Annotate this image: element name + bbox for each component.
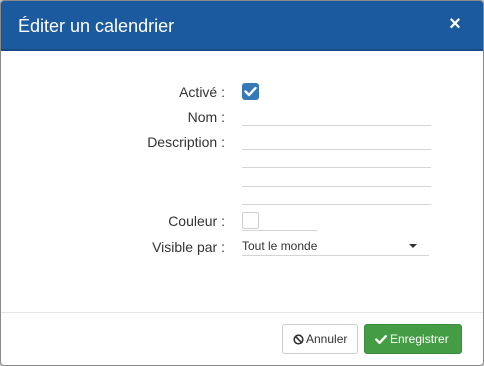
- visible-by-label: Visible par :: [152, 239, 225, 255]
- active-checkbox[interactable]: [242, 83, 259, 100]
- ban-icon: [293, 334, 304, 345]
- name-label: Nom :: [187, 109, 225, 125]
- description-label: Description :: [147, 134, 225, 150]
- color-picker[interactable]: [242, 212, 259, 229]
- cancel-button[interactable]: Annuler: [282, 324, 358, 354]
- close-icon[interactable]: ×: [447, 13, 463, 35]
- description-line: [242, 186, 431, 187]
- visible-by-value: Tout le monde: [242, 239, 318, 253]
- dialog-header: Éditer un calendrier ×: [1, 1, 483, 49]
- description-line: [242, 149, 431, 150]
- name-field[interactable]: [242, 107, 431, 126]
- color-label: Couleur :: [168, 213, 225, 229]
- save-label: Enregistrer: [390, 332, 449, 346]
- cancel-label: Annuler: [306, 332, 348, 346]
- description-line: [242, 167, 431, 168]
- active-label: Activé :: [179, 84, 225, 100]
- checkmark-icon: [244, 86, 257, 97]
- dialog-title: Éditer un calendrier: [18, 16, 175, 36]
- visible-by-select[interactable]: Tout le monde: [242, 237, 429, 256]
- color-field-line: [242, 230, 317, 231]
- save-button[interactable]: Enregistrer: [364, 324, 462, 354]
- header-divider: [1, 49, 483, 51]
- footer-divider: [1, 312, 483, 313]
- check-icon: [375, 335, 387, 344]
- caret-down-icon: [409, 244, 417, 248]
- description-line: [242, 204, 431, 205]
- description-field[interactable]: [242, 132, 431, 205]
- edit-calendar-dialog: Éditer un calendrier × Activé : Nom : De…: [0, 0, 484, 366]
